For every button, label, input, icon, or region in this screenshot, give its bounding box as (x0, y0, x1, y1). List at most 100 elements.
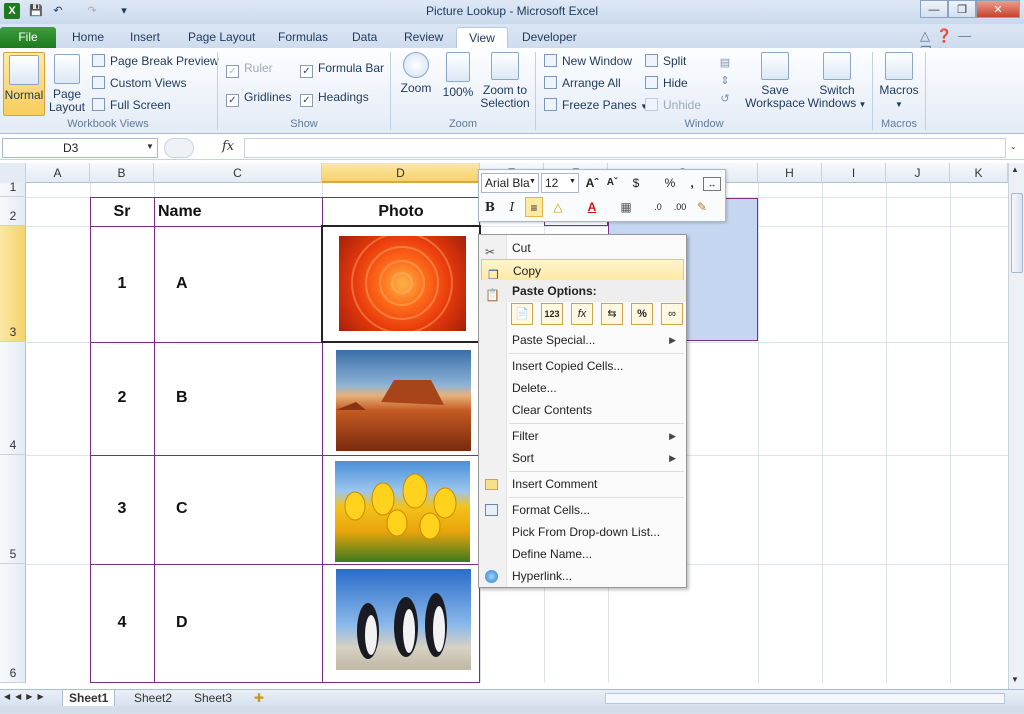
scroll-down-icon[interactable]: ▼ (1011, 675, 1019, 684)
shrink-font-icon[interactable]: Aˇ (603, 173, 621, 193)
tab-insert[interactable]: Insert (122, 27, 168, 48)
format-painter-icon[interactable]: ✎ (693, 197, 711, 217)
row-header-4[interactable]: 4 (0, 342, 26, 455)
italic-icon[interactable]: I (503, 197, 521, 217)
tulips-photo[interactable] (335, 461, 470, 562)
ruler-checkbox[interactable]: ✓ Ruler (226, 58, 273, 78)
horizontal-scrollbar[interactable] (605, 693, 1005, 704)
table-cell-name[interactable]: A (176, 275, 188, 293)
row-header-6[interactable]: 6 (0, 564, 26, 683)
paste-link-icon[interactable]: ∞ (661, 303, 683, 325)
insert-function-button[interactable]: fx (222, 139, 234, 154)
increase-decimal-icon[interactable]: .0 (649, 197, 667, 217)
column-header-j[interactable]: J (886, 163, 950, 183)
size-dropdown-icon[interactable]: ▼ (569, 178, 576, 185)
borders-icon[interactable]: ▦ (617, 197, 635, 217)
menu-item-insert-comment[interactable]: Insert Comment (479, 473, 686, 495)
row-header-2[interactable]: 2 (0, 197, 26, 226)
paste-formatting-icon[interactable]: % (631, 303, 653, 325)
scroll-up-icon[interactable]: ▲ (1011, 165, 1019, 174)
percent-icon[interactable]: % (661, 173, 679, 193)
decrease-decimal-icon[interactable]: .00 (671, 197, 689, 217)
column-header-c[interactable]: C (154, 163, 322, 183)
menu-item-insert-copied-cells[interactable]: Insert Copied Cells... (479, 355, 686, 377)
center-align-icon[interactable]: ≡ (525, 197, 543, 217)
menu-item-copy[interactable]: ❐ Copy (481, 259, 684, 282)
expand-formula-bar-icon[interactable]: ⌄ (1010, 142, 1017, 151)
tab-file[interactable]: File (0, 27, 56, 48)
sheet-nav-arrows-icon[interactable]: ◀◀▶▶ (4, 692, 49, 701)
tab-review[interactable]: Review (396, 27, 451, 48)
macros-button[interactable]: Macros ▼ (876, 52, 922, 111)
new-window-button[interactable]: New Window (544, 51, 632, 71)
menu-item-define-name[interactable]: Define Name... (479, 543, 686, 565)
name-box-dropdown-icon[interactable]: ▼ (146, 142, 154, 151)
paste-icon[interactable]: 📄 (511, 303, 533, 325)
column-header-i[interactable]: I (822, 163, 886, 183)
tab-formulas[interactable]: Formulas (270, 27, 336, 48)
currency-icon[interactable]: $ (627, 173, 645, 193)
gridlines-checkbox[interactable]: ✓ Gridlines (226, 87, 291, 107)
tab-developer[interactable]: Developer (514, 27, 585, 48)
tab-page-layout[interactable]: Page Layout (180, 27, 263, 48)
full-screen-button[interactable]: Full Screen (92, 95, 171, 115)
switch-windows-button[interactable]: Switch Windows ▼ (806, 52, 868, 111)
table-cell-name[interactable]: B (176, 389, 188, 407)
table-cell-sr[interactable]: 3 (90, 500, 154, 518)
row-header-1[interactable]: 1 (0, 180, 26, 197)
page-break-preview-button[interactable]: Page Break Preview (92, 51, 219, 71)
vertical-scrollbar[interactable]: ▲ ▼ (1008, 163, 1024, 689)
fill-color-icon[interactable]: △ (549, 197, 567, 217)
grow-font-icon[interactable]: Aˆ (583, 173, 601, 193)
table-cell-name[interactable]: C (176, 500, 188, 518)
tab-data[interactable]: Data (344, 27, 385, 48)
column-header-h[interactable]: H (758, 163, 822, 183)
menu-item-clear-contents[interactable]: Clear Contents (479, 399, 686, 421)
headings-checkbox[interactable]: ✓ Headings (300, 87, 369, 107)
save-workspace-button[interactable]: Save Workspace (744, 52, 806, 110)
zoom-to-selection-button[interactable]: Zoom to Selection (478, 52, 532, 110)
merge-center-icon[interactable]: ↔ (703, 177, 721, 191)
side-by-side-icons[interactable]: ▤ ⇕ ↺ (716, 54, 734, 110)
row-header-3[interactable]: 3 (0, 226, 26, 342)
column-header-b[interactable]: B (90, 163, 154, 183)
header-photo[interactable]: Photo (322, 203, 480, 221)
sheet-tab-sheet3[interactable]: Sheet3 (188, 690, 238, 707)
custom-views-button[interactable]: Custom Views (92, 73, 186, 93)
zoom-100-button[interactable]: 100% (440, 52, 476, 99)
hide-button[interactable]: Hide (645, 73, 688, 93)
header-sr[interactable]: Sr (90, 203, 154, 221)
zoom-button[interactable]: Zoom (396, 52, 436, 95)
close-button[interactable]: ✕ (976, 0, 1020, 18)
tab-home[interactable]: Home (64, 27, 112, 48)
tab-view[interactable]: View (456, 27, 508, 48)
table-cell-name[interactable]: D (176, 614, 188, 632)
paste-formulas-icon[interactable]: fx (571, 303, 593, 325)
table-cell-sr[interactable]: 1 (90, 275, 154, 293)
menu-item-delete[interactable]: Delete... (479, 377, 686, 399)
table-cell-sr[interactable]: 4 (90, 614, 154, 632)
font-color-icon[interactable]: A (583, 197, 601, 217)
freeze-panes-button[interactable]: Freeze Panes ▼ (544, 95, 648, 115)
scroll-thumb[interactable] (1011, 193, 1023, 273)
column-header-k[interactable]: K (950, 163, 1008, 183)
column-header-a[interactable]: A (26, 163, 90, 183)
formula-bar-checkbox[interactable]: ✓ Formula Bar (300, 58, 384, 78)
formula-cancel-enter[interactable] (164, 138, 194, 158)
sheet-tab-sheet1[interactable]: Sheet1 (62, 690, 116, 707)
minimize-button[interactable]: — (920, 0, 948, 18)
header-name[interactable]: Name (158, 203, 318, 221)
row-header-5[interactable]: 5 (0, 455, 26, 564)
page-layout-view-button[interactable]: Page Layout (48, 54, 86, 116)
bold-icon[interactable]: B (481, 197, 499, 217)
penguins-photo[interactable] (336, 569, 471, 670)
name-box[interactable]: D3 (2, 138, 158, 158)
restore-button[interactable]: ❐ (948, 0, 976, 18)
normal-view-button[interactable]: Normal (3, 52, 45, 116)
menu-item-format-cells[interactable]: Format Cells... (479, 499, 686, 521)
paste-values-icon[interactable]: 123 (541, 303, 563, 325)
menu-item-hyperlink[interactable]: Hyperlink... (479, 565, 686, 587)
menu-item-filter[interactable]: Filter ▶ (479, 425, 686, 447)
formula-input[interactable] (244, 138, 1006, 158)
unhide-button[interactable]: Unhide (645, 95, 701, 115)
